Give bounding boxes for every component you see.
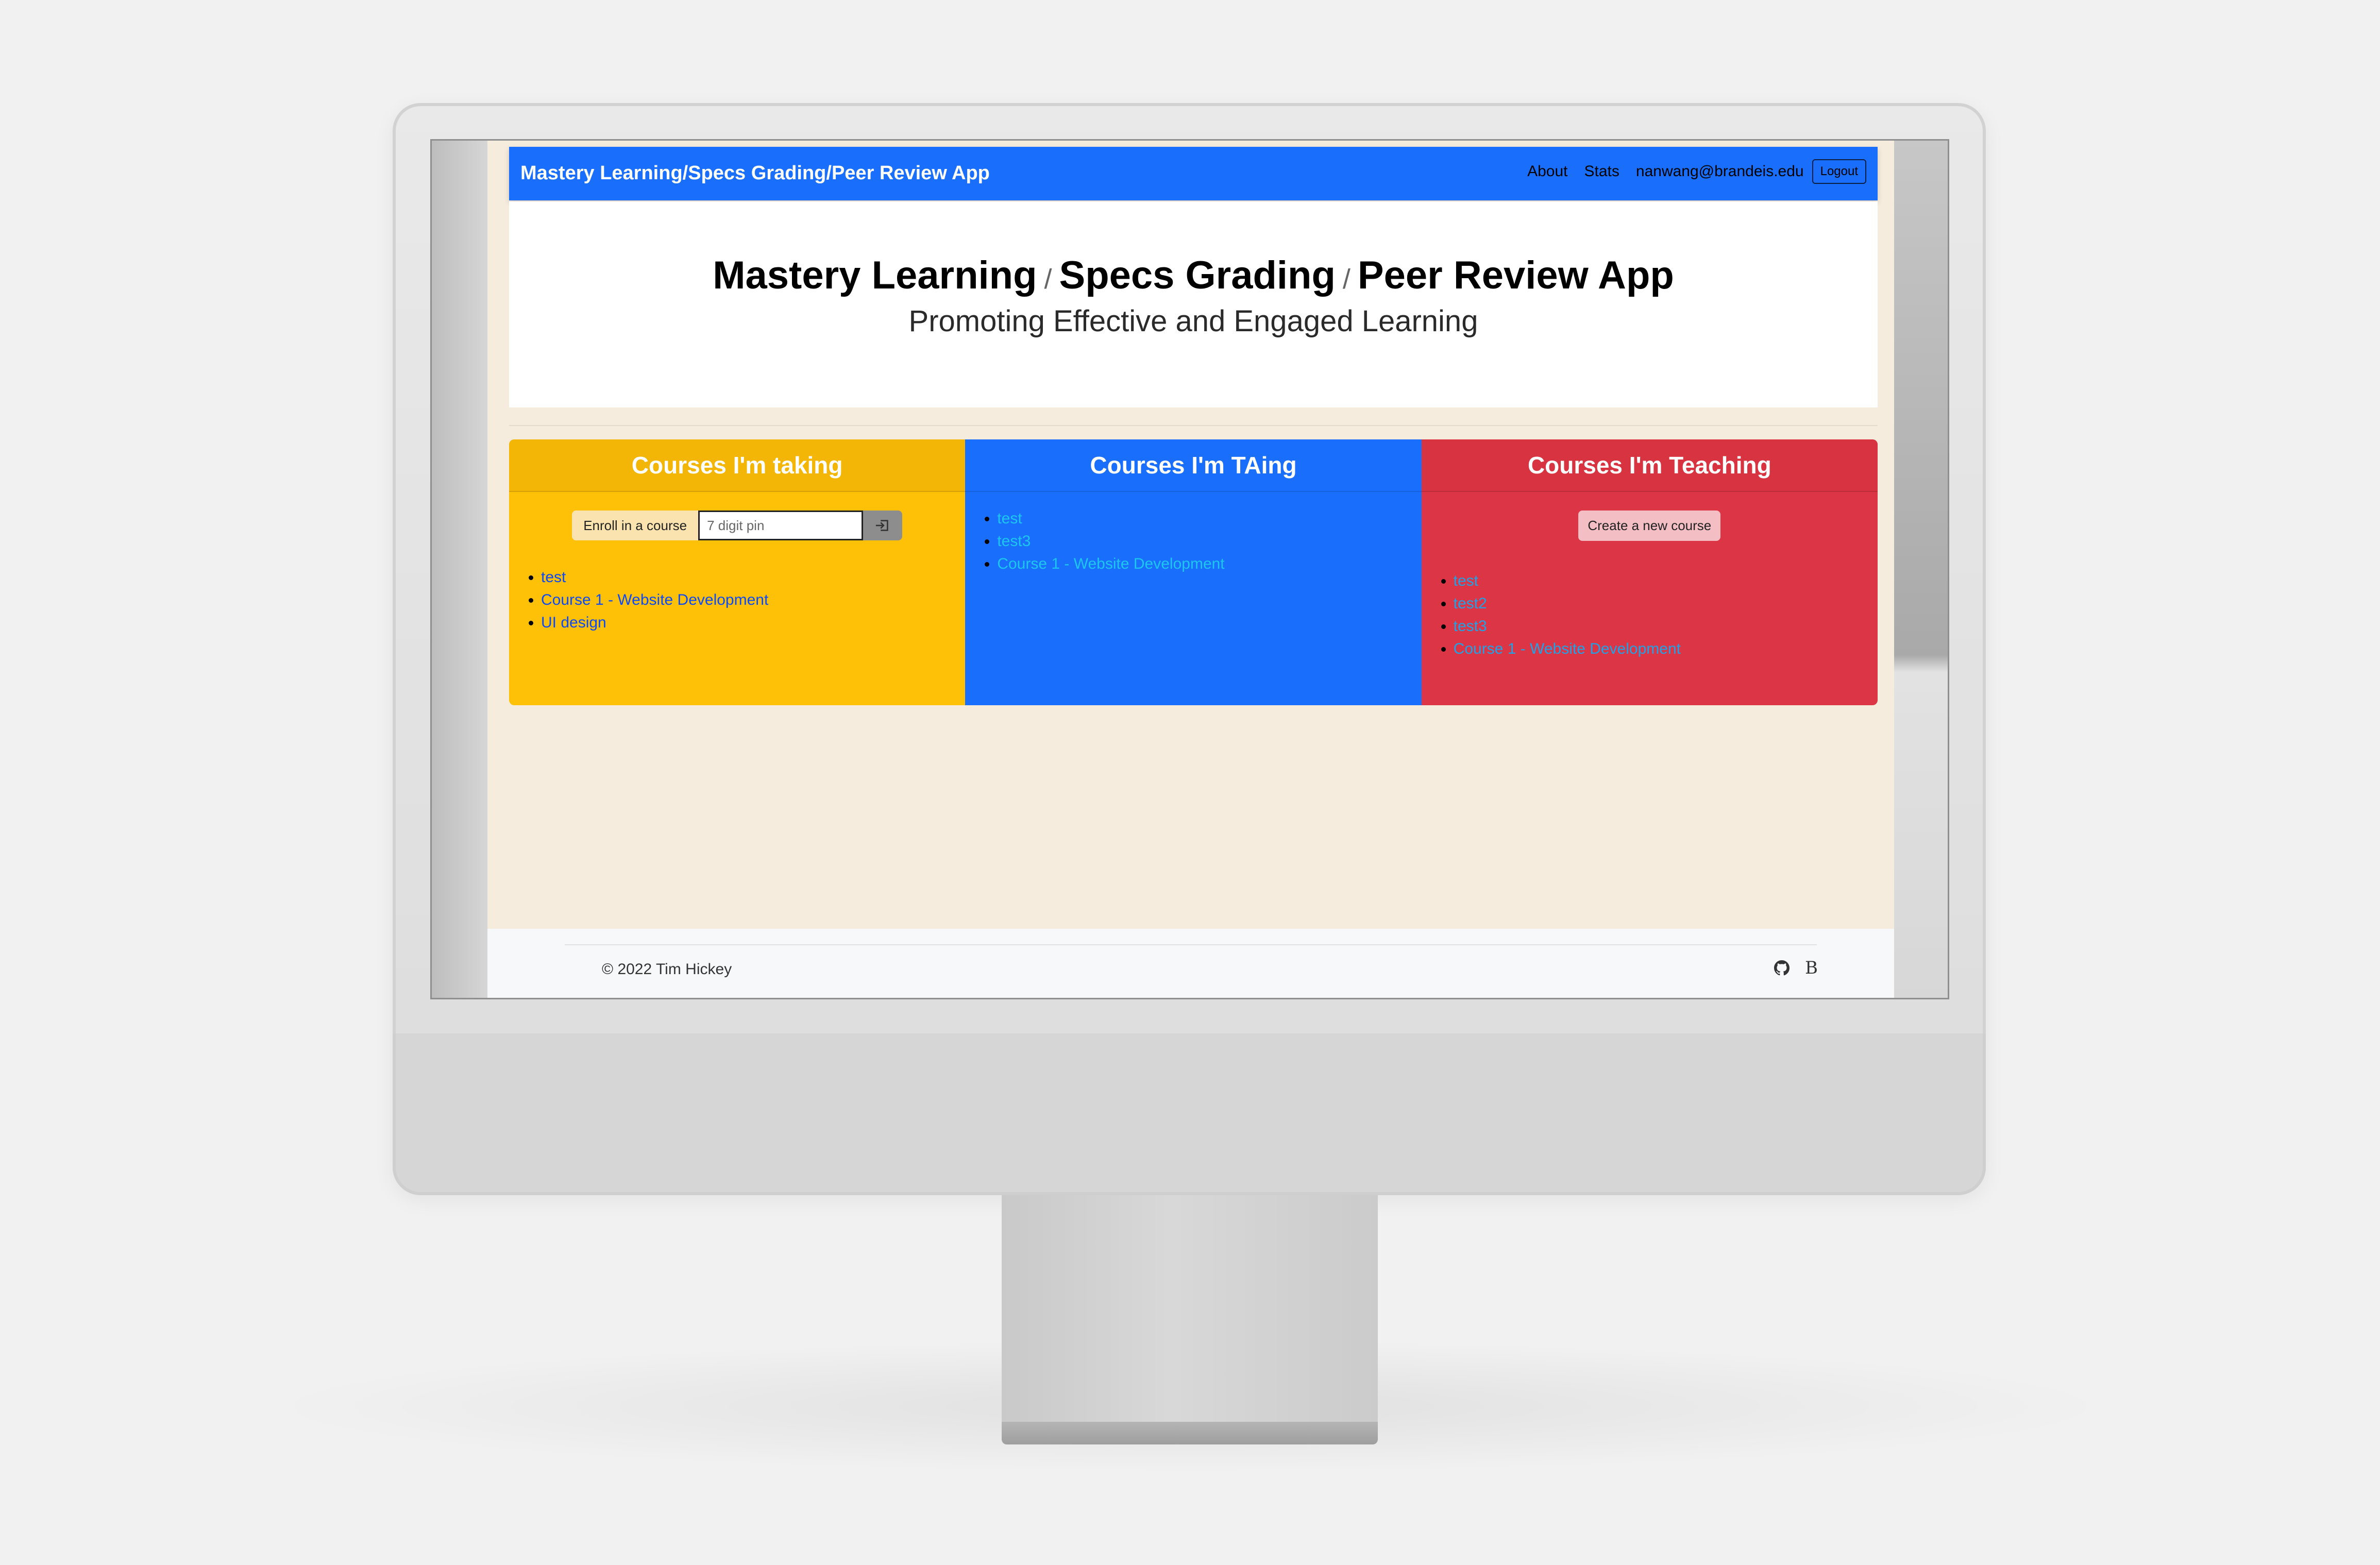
course-link[interactable]: test3: [997, 533, 1031, 550]
list-item: test3: [997, 530, 1421, 553]
title-part-specs: Specs Grading: [1059, 253, 1336, 297]
github-icon[interactable]: [1774, 960, 1790, 976]
panel-title-taing: Courses I'm TAing: [965, 439, 1422, 492]
footer-divider: [565, 944, 1817, 945]
enroll-submit-button[interactable]: [863, 511, 903, 540]
course-link[interactable]: test: [1454, 572, 1478, 589]
desktop-background-right: [1892, 141, 1948, 998]
screen: Mastery Learning/Specs Grading/Peer Revi…: [430, 139, 1949, 999]
navbar-brand[interactable]: Mastery Learning/Specs Grading/Peer Revi…: [520, 162, 990, 184]
panel-courses-taing: Courses I'm TAing test test3 Course 1 - …: [965, 439, 1422, 705]
logout-button[interactable]: Logout: [1812, 159, 1866, 184]
create-course-row: Create a new course: [1422, 511, 1878, 541]
enroll-form: Enroll in a course: [509, 511, 965, 540]
page-title: Mastery Learning / Specs Grading / Peer Revi…: [509, 253, 1878, 298]
course-link[interactable]: test: [541, 569, 566, 586]
course-panels: Courses I'm taking Enroll in a course te…: [509, 439, 1878, 705]
title-part-mastery: Mastery Learning: [713, 253, 1037, 297]
course-link[interactable]: Course 1 - Website Development: [997, 555, 1224, 572]
create-course-button[interactable]: Create a new course: [1578, 511, 1721, 541]
nav-about-link[interactable]: About: [1527, 163, 1567, 180]
list-item: test: [1454, 570, 1878, 592]
title-part-peer: Peer Review App: [1357, 253, 1674, 297]
divider: [509, 425, 1878, 426]
nav-user-email[interactable]: nanwang@brandeis.edu: [1636, 163, 1804, 180]
list-item: test2: [1454, 592, 1878, 615]
desktop-background-left: [432, 141, 487, 998]
teaching-course-list: test test2 test3 Course 1 - Website Deve…: [1422, 570, 1878, 660]
list-item: Course 1 - Website Development: [1454, 638, 1878, 660]
panel-title-taking: Courses I'm taking: [509, 439, 966, 492]
panel-courses-teaching: Courses I'm Teaching Create a new course…: [1421, 439, 1878, 705]
title-separator: /: [1044, 264, 1052, 295]
taing-course-list: test test3 Course 1 - Website Developmen…: [965, 507, 1421, 575]
navbar: Mastery Learning/Specs Grading/Peer Revi…: [509, 147, 1878, 200]
list-item: Course 1 - Website Development: [541, 589, 965, 611]
title-separator: /: [1342, 264, 1351, 295]
browser-page: Mastery Learning/Specs Grading/Peer Revi…: [487, 141, 1894, 998]
navbar-right: About Stats nanwang@brandeis.edu Logout: [1511, 159, 1866, 184]
list-item: test: [541, 566, 965, 589]
course-link[interactable]: Course 1 - Website Development: [541, 591, 768, 608]
list-item: test3: [1454, 615, 1878, 638]
footer: © 2022 Tim Hickey B: [487, 929, 1894, 998]
nav-stats-link[interactable]: Stats: [1584, 163, 1619, 180]
imac-chin: [393, 1033, 1986, 1195]
copyright-text: © 2022 Tim Hickey: [602, 961, 732, 978]
footer-icons: B: [1774, 958, 1818, 978]
list-item: Course 1 - Website Development: [997, 553, 1421, 575]
course-link[interactable]: UI design: [541, 614, 606, 631]
course-link[interactable]: test3: [1454, 618, 1487, 635]
bootstrap-icon[interactable]: B: [1805, 958, 1818, 978]
course-pin-input[interactable]: [698, 511, 864, 540]
course-link[interactable]: test2: [1454, 595, 1487, 612]
list-item: test: [997, 507, 1421, 530]
course-link[interactable]: Course 1 - Website Development: [1454, 640, 1681, 657]
taking-course-list: test Course 1 - Website Development UI d…: [509, 566, 965, 634]
course-link[interactable]: test: [997, 510, 1022, 527]
page-subtitle: Promoting Effective and Engaged Learning: [908, 304, 1478, 338]
sign-in-icon: [875, 520, 888, 531]
panel-title-teaching: Courses I'm Teaching: [1421, 439, 1878, 492]
list-item: UI design: [541, 611, 965, 634]
imac-stand: [1002, 1195, 1378, 1427]
panel-courses-taking: Courses I'm taking Enroll in a course te…: [509, 439, 966, 705]
imac-stand-base: [1002, 1422, 1378, 1444]
enroll-label: Enroll in a course: [572, 511, 699, 540]
hero: Mastery Learning / Specs Grading / Peer Revi…: [509, 201, 1878, 407]
